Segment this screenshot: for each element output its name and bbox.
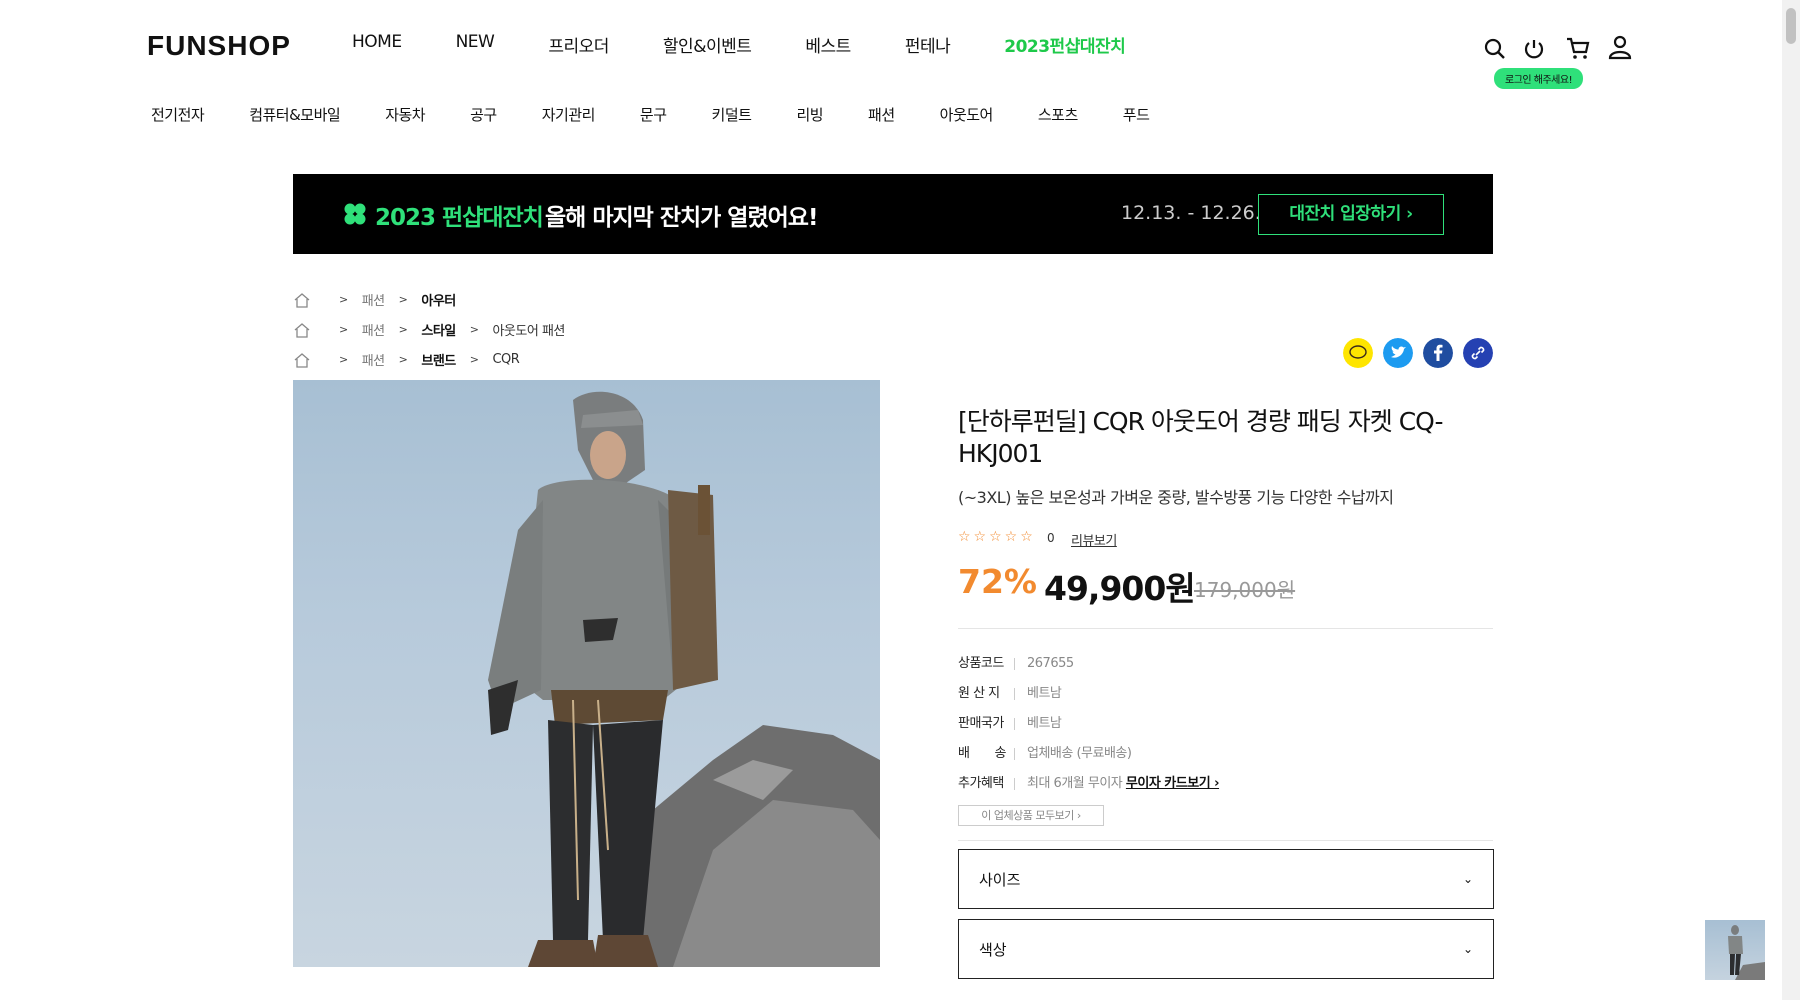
breadcrumb: > 패션 > 브랜드 > CQR [293, 350, 520, 369]
divider [958, 840, 1493, 841]
nav-home[interactable]: HOME [352, 32, 402, 57]
breadcrumb-link[interactable]: 패션 [362, 350, 385, 369]
chevron-right-icon: > [469, 323, 479, 336]
info-label: 상품코드 [958, 656, 1004, 671]
breadcrumb-link[interactable]: CQR [492, 352, 519, 367]
breadcrumb-link[interactable]: 스타일 [421, 320, 456, 339]
home-icon[interactable] [293, 322, 311, 338]
nav-new[interactable]: NEW [456, 32, 495, 57]
category-item[interactable]: 컴퓨터&모바일 [249, 104, 341, 125]
category-item[interactable]: 자기관리 [542, 104, 596, 125]
breadcrumb-link[interactable]: 아웃도어 패션 [492, 320, 565, 339]
nav-funtenna[interactable]: 펀테나 [905, 32, 951, 57]
product-photo-illustration [488, 391, 880, 967]
nav-best[interactable]: 베스트 [805, 32, 851, 57]
review-count: 0 [1047, 531, 1055, 545]
info-value: 267655 [1027, 656, 1074, 671]
main-nav: HOME NEW 프리오더 할인&이벤트 베스트 펀테나 2023펀샵대잔치 [352, 32, 1179, 57]
info-value: 업체배송 (무료배송) [1027, 746, 1132, 761]
product-image[interactable] [293, 380, 880, 967]
category-item[interactable]: 공구 [470, 104, 497, 125]
info-label: 판매국가 [958, 716, 1004, 731]
vendor-products-button[interactable]: 이 업체상품 모두보기 › [958, 805, 1104, 826]
banner-enter-button[interactable]: 대잔치 입장하기 › [1258, 194, 1444, 235]
breadcrumb: > 패션 > 아우터 [293, 290, 456, 309]
nav-sale-event[interactable]: 할인&이벤트 [663, 32, 752, 57]
chevron-right-icon: > [398, 353, 408, 366]
login-badge[interactable]: 로그인 해주세요! [1494, 68, 1584, 89]
product-subtitle: (~3XL) 높은 보온성과 가벼운 중량, 발수방풍 기능 다양한 수납까지 [958, 488, 1394, 507]
category-item[interactable]: 자동차 [385, 104, 425, 125]
funshop-logo[interactable]: FUNSHOP [147, 30, 291, 62]
select-label: 색상 [979, 940, 1007, 959]
category-item[interactable]: 스포츠 [1038, 104, 1078, 125]
color-select[interactable]: 색상 ⌄ [958, 919, 1494, 979]
divider [958, 628, 1493, 629]
review-link[interactable]: 리뷰보기 [1071, 530, 1117, 549]
chevron-down-icon: ⌄ [1462, 942, 1473, 956]
twitter-icon[interactable] [1383, 338, 1413, 368]
banner-dates: 12.13. - 12.26. [1121, 202, 1261, 224]
product-title: [단하루펀딜] CQR 아웃도어 경량 패딩 자켓 CQ-HKJ001 [958, 407, 1444, 468]
chevron-right-icon: > [398, 323, 408, 336]
info-value: 최대 6개월 무이자 [1027, 776, 1123, 791]
chevron-right-icon: > [339, 293, 348, 306]
chevron-right-icon: > [339, 323, 348, 336]
info-value: 베트남 [1027, 716, 1062, 731]
info-row-code: 상품코드 267655 [958, 652, 1074, 671]
info-row-benefit: 추가혜택 최대 6개월 무이자 무이자 카드보기 › [958, 772, 1220, 791]
info-row-origin: 원 산 지 베트남 [958, 682, 1062, 701]
chevron-right-icon: > [469, 353, 479, 366]
breadcrumb-link[interactable]: 패션 [362, 290, 385, 309]
search-icon-main[interactable] [1483, 37, 1507, 61]
info-value: 베트남 [1027, 686, 1062, 701]
recent-view-thumbnail[interactable] [1705, 920, 1765, 980]
thumbnail-illustration [1728, 925, 1765, 980]
installment-card-link[interactable]: 무이자 카드보기 › [1126, 776, 1220, 791]
info-row-shipping: 배 송 업체배송 (무료배송) [958, 742, 1132, 761]
category-item[interactable]: 전기전자 [151, 104, 205, 125]
breadcrumb-link[interactable]: 아우터 [421, 290, 456, 309]
clover-icon [344, 203, 366, 225]
nav-preorder[interactable]: 프리오더 [548, 32, 609, 57]
banner-title: 2023 펀샵대잔치 [375, 205, 544, 231]
sale-price: 49,900원 [1044, 569, 1196, 608]
original-price: 179,000원 [1194, 578, 1296, 602]
category-nav: 전기전자 컴퓨터&모바일 자동차 공구 자기관리 문구 키덜트 리빙 패션 아웃… [151, 104, 1194, 125]
breadcrumb-link[interactable]: 패션 [362, 320, 385, 339]
breadcrumb: > 패션 > 스타일 > 아웃도어 패션 [293, 320, 565, 339]
info-label: 추가혜택 [958, 776, 1004, 791]
banner-tagline: 올해 마지막 잔치가 열렸어요! [545, 205, 818, 231]
home-icon[interactable] [293, 292, 311, 308]
category-item[interactable]: 문구 [640, 104, 667, 125]
category-item[interactable]: 리빙 [796, 104, 823, 125]
info-label: 배 송 [958, 746, 1006, 761]
facebook-icon[interactable] [1423, 338, 1453, 368]
scrollbar-thumb[interactable] [1786, 8, 1796, 44]
link-icon[interactable] [1463, 338, 1493, 368]
festival-banner[interactable]: 2023 펀샵대잔치 올해 마지막 잔치가 열렸어요! 12.13. - 12.… [293, 174, 1493, 254]
category-item[interactable]: 푸드 [1123, 104, 1150, 125]
user-icon[interactable] [1607, 34, 1633, 60]
nav-festival[interactable]: 2023펀샵대잔치 [1004, 32, 1126, 57]
select-label: 사이즈 [979, 870, 1021, 889]
home-icon[interactable] [293, 352, 311, 368]
category-item[interactable]: 키덜트 [712, 104, 752, 125]
size-select[interactable]: 사이즈 ⌄ [958, 849, 1494, 909]
category-item[interactable]: 패션 [868, 104, 895, 125]
kakao-icon[interactable] [1343, 338, 1373, 368]
rating-stars: ☆☆☆☆☆ [958, 529, 1036, 545]
info-row-country: 판매국가 베트남 [958, 712, 1062, 731]
info-label: 원 산 지 [958, 686, 1000, 701]
category-item[interactable]: 아웃도어 [940, 104, 994, 125]
cart-icon[interactable] [1565, 35, 1591, 61]
power-icon[interactable] [1522, 37, 1546, 61]
chevron-down-icon: ⌄ [1462, 872, 1473, 886]
chevron-right-icon: > [398, 293, 408, 306]
discount-rate: 72% [958, 562, 1037, 601]
page-scrollbar[interactable] [1782, 0, 1800, 1000]
chevron-right-icon: > [339, 353, 348, 366]
breadcrumb-link[interactable]: 브랜드 [421, 350, 456, 369]
